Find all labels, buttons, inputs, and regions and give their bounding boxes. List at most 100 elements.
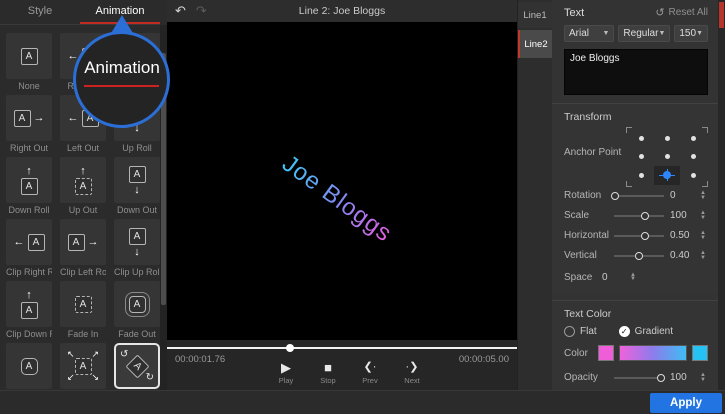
letter-a-icon: A <box>21 178 38 195</box>
arrow-icon: ← <box>68 113 79 123</box>
animation-tile[interactable]: A <box>6 343 52 389</box>
rotation-value: 0 <box>670 190 698 201</box>
animation-option[interactable]: A↓Clip Up Roll <box>114 219 160 278</box>
animation-option[interactable]: A <box>6 343 52 390</box>
horizontal-slider-thumb[interactable] <box>641 232 649 240</box>
preview-column: Line 2: Joe Bloggs ↶ ↷ Joe Bloggs 00:00:… <box>167 0 517 390</box>
horizontal-label: Horizontal <box>564 230 614 241</box>
animation-tile[interactable]: A↺↻ <box>114 343 160 389</box>
animation-option[interactable]: A→Right Out <box>6 95 52 154</box>
rotation-stepper[interactable]: ▲▼ <box>698 191 708 200</box>
arrow-icon: ↑ <box>26 290 32 300</box>
rotation-slider-thumb[interactable] <box>611 192 619 200</box>
vertical-stepper[interactable]: ▲▼ <box>698 251 708 260</box>
animation-option[interactable]: ↑AUp Out <box>60 157 106 216</box>
animation-option[interactable]: A↺↻ <box>114 343 160 390</box>
animation-option[interactable]: A↖↗↙↘ <box>60 343 106 390</box>
animation-tile[interactable]: A <box>60 281 106 327</box>
animation-tile[interactable]: ←A <box>6 219 52 265</box>
scale-stepper[interactable]: ▲▼ <box>698 211 708 220</box>
opacity-slider[interactable] <box>614 373 664 383</box>
apply-button[interactable]: Apply <box>650 393 722 413</box>
animation-tile[interactable]: A <box>114 281 160 327</box>
animation-option[interactable]: AFade In <box>60 281 106 340</box>
animation-tile[interactable]: A→ <box>60 219 106 265</box>
font-style-dropdown[interactable]: Regular ▼ <box>618 25 670 42</box>
animation-tile[interactable]: A <box>6 33 52 79</box>
horizontal-stepper[interactable]: ▲▼ <box>698 231 708 240</box>
opacity-stepper[interactable]: ▲▼ <box>698 373 708 382</box>
animation-tile[interactable]: ↑A <box>6 157 52 203</box>
up-a-icon: ↑A <box>21 290 38 319</box>
scale-slider[interactable] <box>614 211 664 221</box>
animation-label: Clip Left Roll <box>60 267 106 278</box>
text-input[interactable]: Joe Bloggs <box>564 49 708 95</box>
animation-tile[interactable]: A↓ <box>114 219 160 265</box>
transport-label: Prev <box>362 376 377 385</box>
rotation-slider[interactable] <box>614 191 664 201</box>
font-size-dropdown[interactable]: 150 ▼ <box>674 25 708 42</box>
play-icon: ▶ <box>281 360 291 375</box>
gradient-preview-bar[interactable] <box>619 345 687 361</box>
stepper-down-icon[interactable]: ▼ <box>700 236 706 241</box>
gradient-end-swatch[interactable] <box>692 345 708 361</box>
animation-tile[interactable]: ↑A <box>60 157 106 203</box>
animation-label: Down Out <box>114 205 160 216</box>
timeline-playhead[interactable] <box>286 344 294 352</box>
stepper-down-icon[interactable]: ▼ <box>700 196 706 201</box>
animation-tile[interactable]: A→ <box>6 95 52 141</box>
animation-option[interactable]: ↑AClip Down Roll <box>6 281 52 340</box>
stepper-down-icon[interactable]: ▼ <box>630 277 636 282</box>
right-panel-scrollbar[interactable] <box>718 0 725 390</box>
redo-icon[interactable]: ↷ <box>196 3 207 19</box>
anchor-point-cell[interactable] <box>628 129 654 148</box>
anchor-point-cell[interactable] <box>680 166 706 185</box>
animation-option[interactable]: AFade Out <box>114 281 160 340</box>
vertical-slider-thumb[interactable] <box>635 252 643 260</box>
font-family-dropdown[interactable]: Arial ▼ <box>564 25 614 42</box>
animation-tile[interactable]: A↖↗↙↘ <box>60 343 106 389</box>
reset-all-button[interactable]: ↺ Reset All <box>655 6 708 19</box>
slider-track <box>614 235 664 237</box>
space-stepper[interactable]: ▲▼ <box>628 273 638 282</box>
undo-icon[interactable]: ↶ <box>175 3 186 19</box>
play-button[interactable]: ▶Play <box>273 360 299 385</box>
vertical-slider[interactable] <box>614 251 664 261</box>
anchor-point-cell[interactable] <box>628 166 654 185</box>
animation-option[interactable]: A↓ Down Out <box>114 157 160 216</box>
expand-arrow-icon: ↗ <box>91 350 99 359</box>
prev-button[interactable]: ❮·Prev <box>357 360 383 385</box>
anchor-point-label: Anchor Point <box>564 129 628 158</box>
transport-label: Stop <box>320 376 335 385</box>
animation-tile[interactable]: ↑A <box>6 281 52 327</box>
right-panel-scrollbar-thumb[interactable] <box>719 2 724 28</box>
flat-radio[interactable]: Flat <box>564 326 597 337</box>
horizontal-slider[interactable] <box>614 231 664 241</box>
anchor-point-cell[interactable] <box>654 129 680 148</box>
anchor-point-cell[interactable] <box>654 148 680 167</box>
arrow-icon: → <box>34 113 45 123</box>
stepper-down-icon[interactable]: ▼ <box>700 216 706 221</box>
gradient-start-swatch[interactable] <box>598 345 614 361</box>
animation-option[interactable]: A→ Clip Left Roll <box>60 219 106 278</box>
animation-option[interactable]: ↑ADown Roll <box>6 157 52 216</box>
anchor-point-cell[interactable] <box>628 148 654 167</box>
stepper-down-icon[interactable]: ▼ <box>700 256 706 261</box>
next-button[interactable]: ·❯Next <box>399 360 425 385</box>
anchor-point-cell[interactable] <box>654 166 680 185</box>
gradient-radio[interactable]: ✓ Gradient <box>619 326 673 337</box>
tab-style[interactable]: Style <box>0 0 80 24</box>
tab-line1[interactable]: Line1 <box>518 2 552 28</box>
stop-button[interactable]: ■Stop <box>315 360 341 385</box>
tab-line2[interactable]: Line2 <box>518 30 552 58</box>
animation-tile[interactable]: A↓ <box>114 157 160 203</box>
anchor-point-cell[interactable] <box>680 129 706 148</box>
animation-option[interactable]: ANone <box>6 33 52 92</box>
animation-option[interactable]: ←AClip Right Roll <box>6 219 52 278</box>
scale-slider-thumb[interactable] <box>641 212 649 220</box>
stepper-down-icon[interactable]: ▼ <box>700 378 706 383</box>
timeline-track[interactable] <box>167 347 517 349</box>
opacity-slider-thumb[interactable] <box>657 374 665 382</box>
anchor-point-cell[interactable] <box>680 148 706 167</box>
letter-a-icon: A <box>75 178 92 195</box>
